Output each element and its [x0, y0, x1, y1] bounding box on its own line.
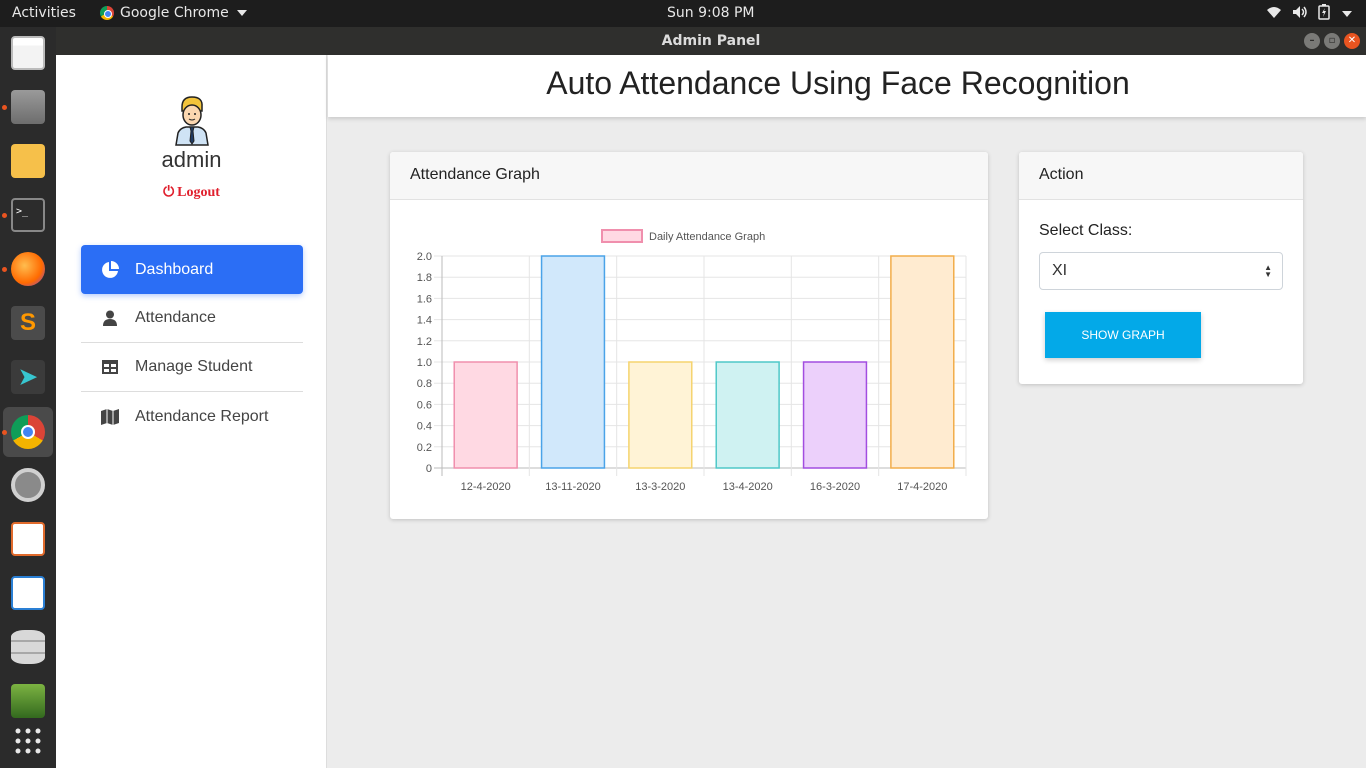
- page-title: Auto Attendance Using Face Recognition: [546, 65, 1130, 101]
- bar: [802, 361, 868, 469]
- sidebar-item-label: Dashboard: [135, 260, 214, 278]
- terminal-icon[interactable]: >_: [2, 195, 48, 235]
- x-tick-label: 16-3-2020: [810, 481, 860, 493]
- bar: [628, 361, 693, 469]
- y-tick-label: 2.0: [417, 251, 432, 263]
- clock[interactable]: Sun 9:08 PM: [667, 5, 755, 21]
- sidebar-nav: Dashboard Attendance Manage Student Atte…: [81, 245, 303, 441]
- impress-icon[interactable]: [8, 519, 48, 559]
- chrome-dock-icon[interactable]: [2, 407, 53, 457]
- y-tick-label: 1.8: [417, 272, 432, 284]
- pie-chart-icon: [101, 260, 119, 279]
- x-tick-label: 17-4-2020: [897, 481, 947, 493]
- sublime-text-icon[interactable]: S: [8, 303, 48, 343]
- page-header: Auto Attendance Using Face Recognition: [328, 55, 1366, 117]
- legend-label: Daily Attendance Graph: [649, 231, 765, 243]
- y-tick-label: 0.8: [417, 378, 432, 390]
- select-arrows-icon: ▲ ▼: [1264, 263, 1272, 279]
- y-tick-label: 1.2: [417, 336, 432, 348]
- attendance-graph-card: Attendance Graph Daily Attendance Graph 0…: [390, 152, 988, 519]
- y-tick-label: 0.6: [417, 399, 432, 411]
- logout-label: Logout: [177, 185, 220, 200]
- database-icon[interactable]: [8, 627, 48, 667]
- bar: [540, 255, 606, 469]
- launcher-dock: >_ S ➤: [0, 27, 56, 768]
- system-tray[interactable]: [1266, 4, 1352, 24]
- power-icon: ⏻: [163, 185, 175, 200]
- sidebar: admin ⏻ Logout Dashboard Attendance Manag…: [56, 55, 327, 768]
- app-menu-label: Google Chrome: [120, 5, 229, 21]
- minimize-button[interactable]: –: [1304, 33, 1320, 49]
- avatar: [175, 96, 209, 146]
- x-tick-label: 13-11-2020: [545, 481, 600, 493]
- y-tick-label: 1.6: [417, 293, 432, 305]
- sidebar-item-label: Attendance: [135, 309, 216, 326]
- sidebar-item-label: Attendance Report: [135, 407, 269, 425]
- chrome-icon: [100, 6, 114, 20]
- photos-icon[interactable]: [8, 681, 48, 721]
- sidebar-item-attendance-report[interactable]: Attendance Report: [81, 392, 303, 441]
- image-viewer-icon[interactable]: [8, 141, 48, 181]
- y-tick-label: 0.2: [417, 442, 432, 454]
- y-tick-label: 1.0: [417, 357, 432, 369]
- writer-icon[interactable]: [8, 573, 48, 613]
- app-menu[interactable]: Google Chrome: [100, 5, 247, 21]
- maximize-button[interactable]: ▫: [1324, 33, 1340, 49]
- show-applications-icon[interactable]: [8, 721, 48, 761]
- close-button[interactable]: ✕: [1344, 33, 1360, 49]
- y-tick-label: 1.4: [417, 315, 432, 327]
- class-select[interactable]: XI ▲ ▼: [1039, 252, 1283, 290]
- y-tick-label: 0: [426, 463, 432, 475]
- send-app-icon[interactable]: ➤: [8, 357, 48, 397]
- firefox-icon[interactable]: [2, 249, 48, 289]
- card-title: Action: [1019, 152, 1303, 200]
- logout-link[interactable]: ⏻ Logout: [56, 185, 327, 201]
- activities-button[interactable]: Activities: [12, 5, 76, 21]
- y-tick-label: 0.4: [417, 421, 432, 433]
- sidebar-item-label: Manage Student: [135, 358, 253, 375]
- text-editor-icon[interactable]: [8, 33, 48, 73]
- x-tick-label: 13-4-2020: [723, 481, 773, 493]
- user-icon: [101, 309, 119, 327]
- files-icon[interactable]: [2, 87, 48, 127]
- x-tick-label: 12-4-2020: [461, 481, 511, 493]
- x-tick-label: 13-3-2020: [635, 481, 685, 493]
- table-icon: [101, 358, 119, 376]
- sidebar-item-manage-student[interactable]: Manage Student: [81, 343, 303, 392]
- select-class-label: Select Class:: [1039, 222, 1133, 239]
- system-top-bar: Activities Google Chrome Sun 9:08 PM: [0, 0, 1366, 27]
- sidebar-item-attendance[interactable]: Attendance: [81, 294, 303, 343]
- window-title: Admin Panel: [661, 33, 761, 49]
- legend-swatch: [601, 229, 643, 243]
- settings-tools-icon[interactable]: [8, 465, 48, 505]
- username-label: admin: [161, 147, 222, 172]
- window-titlebar[interactable]: Admin Panel – ▫ ✕: [56, 27, 1366, 55]
- caret-down-icon: [236, 10, 247, 16]
- bar: [715, 361, 780, 469]
- system-menu-caret-icon[interactable]: [1342, 11, 1352, 17]
- card-title: Attendance Graph: [390, 152, 988, 200]
- bar: [453, 361, 518, 469]
- class-select-value: XI: [1052, 262, 1068, 279]
- sidebar-item-dashboard[interactable]: Dashboard: [81, 245, 303, 294]
- bar: [890, 255, 955, 469]
- battery-icon[interactable]: [1318, 4, 1330, 24]
- wifi-icon[interactable]: [1266, 5, 1282, 23]
- volume-icon[interactable]: [1292, 5, 1308, 23]
- show-graph-button[interactable]: SHOW GRAPH: [1045, 312, 1201, 358]
- map-icon: [101, 408, 119, 426]
- attendance-bar-chart: Daily Attendance Graph 0 0.2 0.4 0.6 0.8 1.0 1.…: [417, 229, 967, 493]
- action-card: Action Select Class: XI ▲ ▼ SHOW GRAPH: [1019, 152, 1303, 384]
